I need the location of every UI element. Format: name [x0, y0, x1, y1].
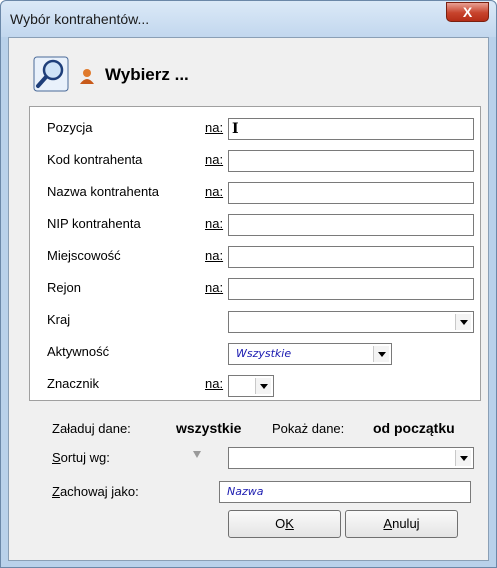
kraj-select[interactable]: [228, 311, 474, 333]
window-title: Wybór kontrahentów...: [10, 11, 150, 27]
chevron-down-icon[interactable]: [455, 450, 471, 466]
znacznik-select[interactable]: [228, 375, 274, 397]
field-na-kod: na:: [205, 152, 224, 167]
sort-direction-icon[interactable]: [193, 450, 201, 458]
cancel-button[interactable]: Anuluj: [345, 510, 458, 538]
ok-button[interactable]: OK: [228, 510, 341, 538]
close-button[interactable]: X: [446, 2, 489, 22]
load-value[interactable]: wszystkie: [176, 420, 241, 436]
aktywnosc-select[interactable]: Wszystkie: [228, 343, 392, 365]
field-na-rejon: na:: [205, 280, 224, 295]
cancel-label-b: nuluj: [392, 516, 420, 531]
field-label-miejscowosc: Miejscowość: [47, 248, 121, 263]
magnifier-icon: [33, 56, 69, 92]
save-as-input[interactable]: Nazwa: [219, 481, 471, 503]
kraj-label: Kraj: [47, 312, 71, 327]
rejon-input[interactable]: [228, 278, 474, 300]
show-value[interactable]: od początku: [373, 420, 455, 436]
sort-label-rest: ortuj wg:: [60, 450, 110, 465]
aktywnosc-value: Wszystkie: [236, 347, 292, 360]
aktywnosc-label: Aktywność: [47, 344, 110, 359]
ok-label-b: K: [285, 516, 294, 531]
chevron-down-icon[interactable]: [373, 346, 389, 362]
header-title: Wybierz ...: [105, 65, 189, 84]
field-label-nazwa: Nazwa kontrahenta: [47, 184, 160, 199]
dialog-header: Wybierz ...: [9, 38, 488, 100]
nazwa-kontrahenta-input[interactable]: [228, 182, 474, 204]
sort-select[interactable]: [228, 447, 474, 469]
load-label: Załaduj dane:: [52, 421, 131, 436]
dialog-client: Wybierz ... Pozycja na: I Kod kontrahent…: [8, 37, 489, 561]
field-label-rejon: Rejon: [47, 280, 81, 295]
znacznik-label: Znacznik: [47, 376, 100, 391]
ok-label-a: O: [275, 516, 286, 531]
save-as-label-hotkey: Z: [52, 484, 60, 499]
user-icon: [80, 69, 94, 84]
nip-kontrahenta-input[interactable]: [228, 214, 474, 236]
chevron-down-icon[interactable]: [455, 314, 471, 330]
miejscowosc-input[interactable]: [228, 246, 474, 268]
chevron-down-icon[interactable]: [255, 378, 271, 394]
dialog-window: Wybór kontrahentów... X Wybierz ... Pozy…: [0, 0, 497, 568]
field-na-pozycja: na:: [205, 120, 224, 135]
field-label-kod: Kod kontrahenta: [47, 152, 143, 167]
show-label: Pokaż dane:: [272, 421, 345, 436]
title-bar[interactable]: Wybór kontrahentów... X: [1, 1, 496, 37]
cancel-label-a: A: [383, 516, 393, 531]
sort-label: Sortuj wg:: [52, 450, 110, 465]
field-label-nip: NIP kontrahenta: [47, 216, 141, 231]
field-na-miejscowosc: na:: [205, 248, 224, 263]
kod-kontrahenta-input[interactable]: [228, 150, 474, 172]
znacznik-na: na:: [205, 376, 224, 391]
save-as-label-rest: achowaj jako:: [59, 484, 139, 499]
sort-label-hotkey: S: [52, 450, 61, 465]
field-na-nip: na:: [205, 216, 224, 231]
text-cursor-icon: I: [232, 121, 239, 137]
pozycja-input[interactable]: I: [228, 118, 474, 140]
field-na-nazwa: na:: [205, 184, 224, 199]
field-label-pozycja: Pozycja: [47, 120, 93, 135]
close-icon: X: [462, 4, 473, 20]
save-as-label: Zachowaj jako:: [52, 484, 139, 499]
save-as-value: Nazwa: [227, 485, 264, 498]
